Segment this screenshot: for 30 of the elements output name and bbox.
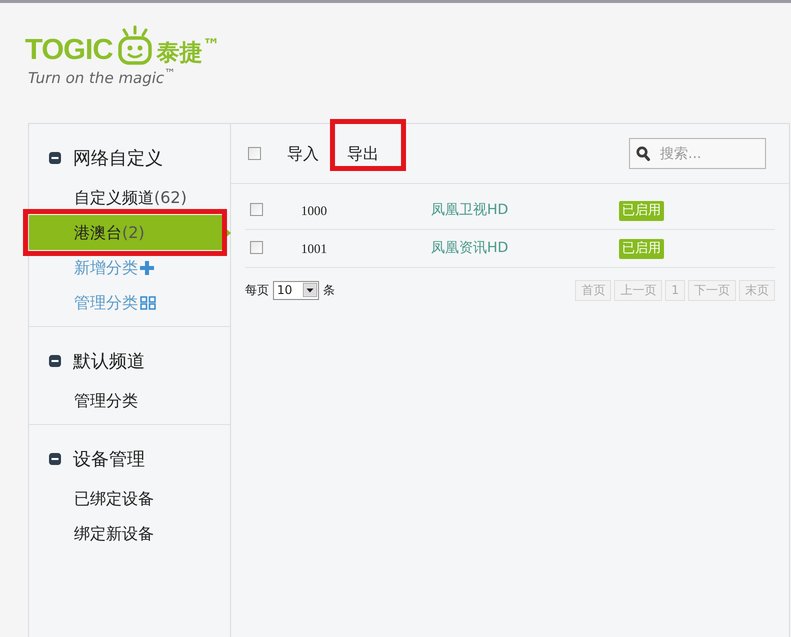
group-title[interactable]: 网络自定义 — [73, 144, 163, 172]
group-title[interactable]: 设备管理 — [73, 446, 145, 472]
collapse-icon[interactable] — [49, 453, 61, 465]
checkbox[interactable] — [248, 147, 261, 160]
sidebar-item[interactable]: 管理分类 — [29, 383, 223, 418]
status-badge: 已启用 — [619, 200, 664, 220]
grid-icon — [140, 296, 156, 310]
checkbox[interactable] — [250, 240, 263, 254]
checkbox[interactable] — [250, 202, 263, 216]
plus-icon — [140, 260, 154, 274]
toolbar-button[interactable]: 导入 — [283, 138, 323, 168]
toolbar-button[interactable]: 导出 — [343, 138, 383, 168]
table-cell-text: 1000 — [301, 202, 328, 220]
collapse-icon[interactable] — [49, 152, 61, 164]
collapse-icon[interactable] — [49, 355, 61, 367]
page-size-select[interactable]: 10 — [273, 280, 319, 300]
search-field[interactable]: 搜索... — [629, 138, 766, 169]
status-badge: 已启用 — [619, 238, 664, 258]
sidebar-item[interactable]: 自定义频道(62) — [29, 180, 223, 215]
dropdown-arrow-icon — [303, 283, 317, 297]
search-icon — [636, 146, 650, 161]
tagline: Turn on the magic$^{™}$ — [28, 67, 176, 89]
sidebar-item[interactable]: 已绑定设备 — [29, 481, 223, 516]
unit-label: 条 — [323, 282, 335, 299]
table-cell-text: 1001 — [301, 240, 328, 258]
sidebar-item[interactable]: 绑定新设备 — [29, 516, 223, 551]
group-title[interactable]: 默认频道 — [73, 348, 145, 374]
smiley-face-icon — [116, 25, 154, 65]
per-page-label: 每页 — [245, 282, 269, 299]
logo-wordmark: TOGIC — [25, 36, 113, 65]
